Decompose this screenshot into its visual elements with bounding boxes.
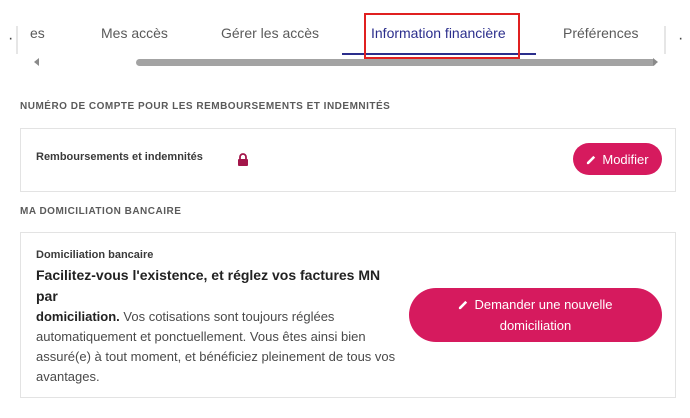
tab-separator: [16, 26, 18, 54]
pencil-icon: [587, 155, 596, 164]
tab-scroll-right-dot[interactable]: ·: [678, 30, 683, 48]
tab-scroll-left-dot[interactable]: ·: [8, 30, 13, 48]
active-tab-highlight-box: [364, 13, 520, 59]
tab-partial[interactable]: es: [30, 25, 45, 41]
domiciliation-card: Domiciliation bancaire Facilitez-vous l'…: [20, 232, 676, 398]
section-title-domiciliation: MA DOMICILIATION BANCAIRE: [20, 206, 182, 217]
modifier-button-label: Modifier: [602, 151, 649, 167]
scroll-left-arrow-icon[interactable]: [34, 58, 39, 66]
modifier-button[interactable]: Modifier: [573, 143, 662, 175]
tab-gerer-les-acces[interactable]: Gérer les accès: [221, 25, 319, 41]
tab-bar: · es Mes accès Gérer les accès Informati…: [0, 0, 690, 59]
horizontal-scrollbar[interactable]: [16, 58, 666, 68]
domiciliation-lead-line1: Facilitez-vous l'existence, et réglez vo…: [36, 267, 381, 304]
request-domiciliation-button[interactable]: Demander une nouvelle domiciliation: [409, 288, 662, 342]
tab-preferences[interactable]: Préférences: [563, 25, 638, 41]
scroll-right-arrow-icon[interactable]: [653, 58, 658, 66]
domiciliation-card-label: Domiciliation bancaire: [36, 249, 154, 261]
request-button-label-line2: domiciliation: [499, 318, 572, 333]
refund-account-card: Remboursements et indemnités Modifier: [20, 128, 676, 192]
request-button-label-line1: Demander une nouvelle: [474, 297, 613, 312]
domiciliation-description: Facilitez-vous l'existence, et réglez vo…: [36, 265, 396, 387]
page-root: · es Mes accès Gérer les accès Informati…: [0, 0, 690, 418]
tab-separator: [664, 26, 666, 54]
pencil-icon: [459, 300, 468, 310]
scrollbar-thumb[interactable]: [136, 59, 656, 66]
tab-mes-acces[interactable]: Mes accès: [101, 25, 168, 41]
request-button-first-row: Demander une nouvelle: [458, 294, 613, 315]
lock-icon: [238, 153, 248, 166]
refund-card-label: Remboursements et indemnités: [36, 151, 203, 163]
domiciliation-lead-line2: domiciliation.: [36, 309, 120, 324]
section-title-refund: NUMÉRO DE COMPTE POUR LES REMBOURSEMENTS…: [20, 101, 391, 112]
